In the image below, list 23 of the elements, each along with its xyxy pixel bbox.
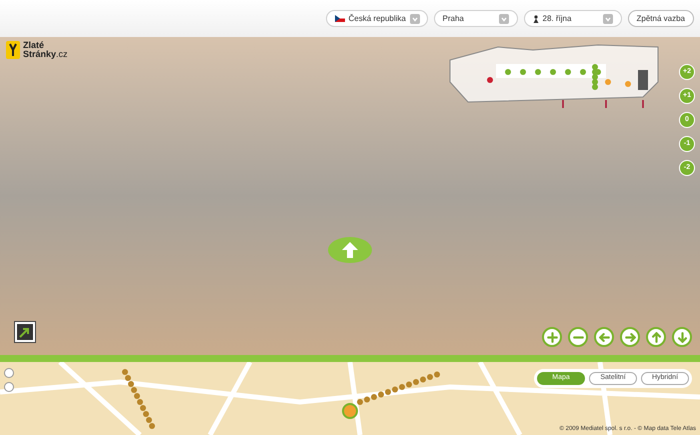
zoom-out-button[interactable] — [568, 327, 588, 347]
down-icon — [676, 332, 688, 342]
up-icon — [650, 332, 662, 342]
feedback-button[interactable]: Zpětná vazba — [628, 10, 694, 27]
right-icon — [624, 332, 636, 342]
person-icon — [532, 14, 539, 22]
left-button[interactable] — [594, 327, 614, 347]
logo-line: Stránky.cz — [23, 50, 68, 59]
select-value: Praha — [442, 12, 465, 24]
flag-icon — [334, 15, 345, 22]
fullscreen-button[interactable] — [14, 321, 36, 343]
zoom-in-icon — [546, 332, 558, 342]
right-button[interactable] — [620, 327, 640, 347]
left-icon — [598, 332, 610, 342]
select-field[interactable]: 28. října — [524, 10, 622, 27]
down-button[interactable] — [672, 327, 692, 347]
up-button[interactable] — [646, 327, 666, 347]
logo-line: Zlaté — [23, 41, 46, 50]
select-field[interactable]: Praha — [434, 10, 518, 27]
select-field[interactable]: Česká republika — [326, 10, 428, 27]
select-value: Česká republika — [348, 12, 406, 24]
select-value: 28. října — [542, 12, 572, 24]
zoom-in-button[interactable] — [542, 327, 562, 347]
